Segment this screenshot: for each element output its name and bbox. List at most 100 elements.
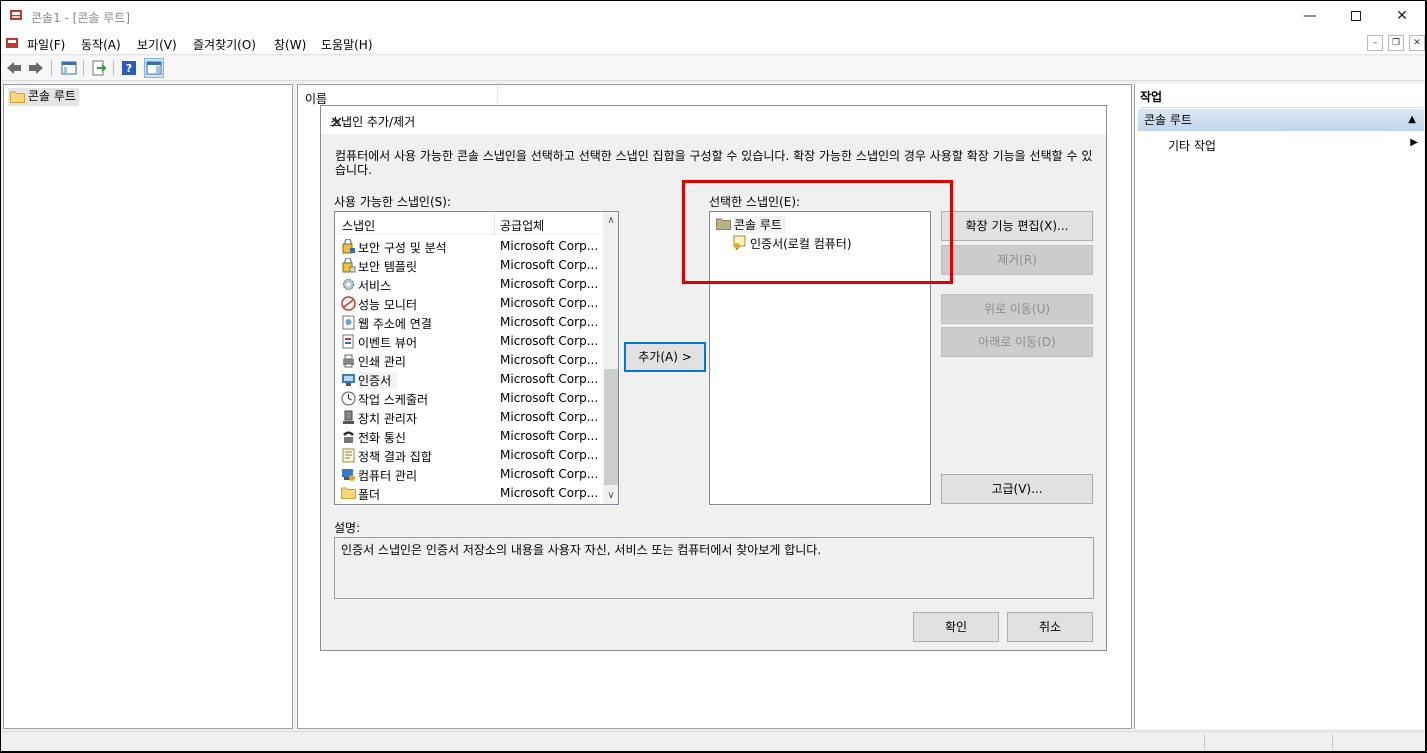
- snapin-vendor: Microsoft Corp...: [500, 258, 599, 272]
- remove-button[interactable]: 제거(R): [941, 245, 1093, 275]
- column-header-snapin[interactable]: 스냅인: [342, 217, 375, 234]
- scroll-thumb[interactable]: [604, 369, 618, 485]
- snapin-vendor: Microsoft Corp...: [500, 486, 599, 500]
- maximize-button[interactable]: [1333, 1, 1379, 31]
- column-header-vendor[interactable]: 공급업체: [500, 217, 544, 234]
- dialog-close-icon[interactable]: ✕: [330, 113, 1098, 132]
- scroll-up-icon[interactable]: ∧: [603, 212, 618, 229]
- mmc-doc-icon[interactable]: [5, 36, 19, 50]
- highlight-annotation-box: [682, 180, 953, 284]
- list-item[interactable]: 서비스 Microsoft Corp...: [335, 275, 603, 294]
- list-item[interactable]: 이벤트 뷰어 Microsoft Corp...: [335, 332, 603, 351]
- clock-icon: [341, 391, 356, 406]
- snapin-vendor: Microsoft Corp...: [500, 239, 599, 253]
- list-item[interactable]: 웹 주소에 연결 Microsoft Corp...: [335, 313, 603, 332]
- menu-view[interactable]: 보기(V): [137, 36, 177, 53]
- snapin-vendor: Microsoft Corp...: [500, 372, 599, 386]
- snapin-vendor: Microsoft Corp...: [500, 448, 599, 462]
- help-button[interactable]: ?: [119, 58, 139, 78]
- snapin-vendor: Microsoft Corp...: [500, 391, 599, 405]
- folder-icon: [341, 486, 356, 501]
- export-icon: [92, 60, 107, 76]
- performance-monitor-icon: [341, 296, 356, 311]
- web-link-icon: [341, 315, 356, 330]
- action-pane-header: 작업: [1140, 88, 1423, 108]
- action-pane: 작업 콘솔 루트 ▲ 기타 작업 ▶: [1134, 84, 1424, 729]
- snapin-name: 서비스: [358, 279, 392, 293]
- computer-management-icon: [341, 467, 356, 482]
- list-item[interactable]: 컴퓨터 관리 Microsoft Corp...: [335, 465, 603, 484]
- advanced-button[interactable]: 고급(V)...: [941, 474, 1093, 504]
- dialog-title-bar: 스냅인 추가/제거 ✕: [321, 106, 1106, 134]
- ok-button[interactable]: 확인: [913, 612, 999, 642]
- show-hide-tree-button[interactable]: [59, 58, 79, 78]
- snapin-vendor: Microsoft Corp...: [500, 315, 599, 329]
- forward-arrow-icon: [29, 62, 43, 74]
- available-snapins-list[interactable]: 스냅인 공급업체 보안 구성 및 분석 Microsoft Corp... 보안 템…: [334, 211, 619, 505]
- console-tree-icon: [61, 61, 77, 75]
- snapin-vendor: Microsoft Corp...: [500, 334, 599, 348]
- forward-button[interactable]: [26, 58, 46, 78]
- action-section-console-root[interactable]: 콘솔 루트 ▲: [1138, 109, 1424, 131]
- move-down-button[interactable]: 아래로 이동(D): [941, 327, 1093, 357]
- menu-help[interactable]: 도움말(H): [321, 36, 373, 53]
- telephony-icon: [341, 429, 356, 444]
- print-management-icon: [341, 353, 356, 368]
- list-item[interactable]: 성능 모니터 Microsoft Corp...: [335, 294, 603, 313]
- action-pane-icon: [146, 61, 162, 75]
- cancel-button[interactable]: 취소: [1007, 612, 1093, 642]
- device-manager-icon: [341, 410, 356, 425]
- list-item[interactable]: 보안 구성 및 분석 Microsoft Corp...: [335, 237, 603, 256]
- menu-file[interactable]: 파일(F): [27, 36, 65, 53]
- snapin-name: 웹 주소에 연결: [358, 317, 432, 331]
- child-minimize-button[interactable]: –: [1367, 35, 1383, 51]
- child-restore-button[interactable]: ❐: [1388, 35, 1404, 51]
- minimize-button[interactable]: —: [1287, 1, 1333, 31]
- snapin-name: 작업 스케줄러: [358, 393, 429, 407]
- list-item[interactable]: 폴더 Microsoft Corp...: [335, 484, 603, 503]
- move-up-button[interactable]: 위로 이동(U): [941, 294, 1093, 324]
- child-close-button[interactable]: ✕: [1409, 35, 1425, 51]
- snapin-name: 보안 구성 및 분석: [358, 241, 447, 255]
- export-list-button[interactable]: [89, 58, 109, 78]
- menu-favorites[interactable]: 즐겨찾기(O): [193, 36, 256, 53]
- snapin-name: 이벤트 뷰어: [358, 336, 418, 350]
- snapin-name: 전화 통신: [358, 431, 406, 445]
- show-action-pane-button[interactable]: [144, 58, 164, 78]
- list-item[interactable]: 장치 관리자 Microsoft Corp...: [335, 408, 603, 427]
- menu-window[interactable]: 창(W): [274, 36, 306, 53]
- edit-extensions-button[interactable]: 확장 기능 편집(X)...: [941, 211, 1093, 241]
- collapse-up-icon: ▲: [1408, 114, 1416, 125]
- maximize-icon: [1351, 11, 1361, 21]
- folder-icon: [10, 91, 25, 103]
- toolbar: ?: [1, 56, 1425, 81]
- security-config-icon: [341, 238, 356, 254]
- tree-root-label: 콘솔 루트: [28, 89, 76, 103]
- list-item[interactable]: 작업 스케줄러 Microsoft Corp...: [335, 389, 603, 408]
- list-item[interactable]: 전화 통신 Microsoft Corp...: [335, 427, 603, 446]
- console-tree-pane: 콘솔 루트: [3, 84, 293, 729]
- snapin-vendor: Microsoft Corp...: [500, 296, 599, 310]
- dialog-description: 컴퓨터에서 사용 가능한 콘솔 스냅인을 선택하고 선택한 스냅인 집합을 구성…: [335, 149, 1093, 177]
- add-button[interactable]: 추가(A) >: [624, 342, 706, 372]
- snapin-name: 인증서: [358, 372, 398, 389]
- svg-text:?: ?: [126, 62, 132, 75]
- action-item-label: 기타 작업: [1168, 139, 1216, 153]
- tree-item-console-root[interactable]: 콘솔 루트: [8, 88, 79, 106]
- list-item[interactable]: 인쇄 관리 Microsoft Corp...: [335, 351, 603, 370]
- event-viewer-icon: [341, 334, 356, 349]
- list-item[interactable]: 정책 결과 집합 Microsoft Corp...: [335, 446, 603, 465]
- list-scrollbar[interactable]: ∧ ∨: [603, 212, 618, 504]
- snapin-vendor: Microsoft Corp...: [500, 429, 599, 443]
- close-button[interactable]: ✕: [1379, 1, 1425, 31]
- snapin-name: 인쇄 관리: [358, 355, 406, 369]
- scroll-down-icon[interactable]: ∨: [603, 487, 618, 504]
- menu-action[interactable]: 동작(A): [81, 36, 121, 53]
- close-icon: ✕: [1396, 8, 1408, 24]
- list-item[interactable]: 인증서 Microsoft Corp...: [335, 370, 603, 389]
- title-bar: 콘솔1 - [콘솔 루트] — ✕: [1, 1, 1425, 31]
- list-item[interactable]: 보안 템플릿 Microsoft Corp...: [335, 256, 603, 275]
- back-button[interactable]: [4, 58, 24, 78]
- action-item-more-actions[interactable]: 기타 작업 ▶: [1168, 137, 1418, 154]
- snapin-name: 장치 관리자: [358, 412, 418, 426]
